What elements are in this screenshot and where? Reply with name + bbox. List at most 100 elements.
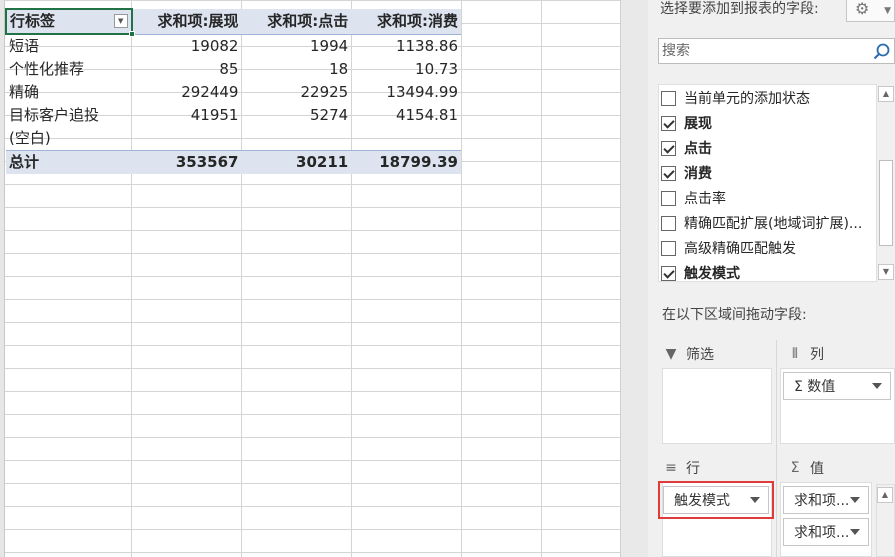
checkbox-unchecked[interactable]: [661, 240, 676, 256]
field-list: 当前单元的添加状态 展现点击消费点击率精确匹配扩展(地域词扩展)... 高级精确匹配…: [658, 84, 895, 282]
chevron-down-icon[interactable]: [750, 497, 760, 503]
field-settings-button[interactable]: ⚙ ▼: [846, 0, 895, 22]
checkbox-checked[interactable]: [661, 115, 676, 131]
field-item[interactable]: 精确匹配扩展(地域词扩展)...: [661, 212, 862, 234]
values-area-header: Σ 值: [788, 456, 824, 480]
field-item[interactable]: 当前单元的添加状态: [661, 87, 810, 109]
values-sum-field[interactable]: 求和项...: [783, 486, 869, 514]
row-label-cell[interactable]: 目标客户追投: [6, 104, 132, 127]
field-item[interactable]: 触发模式: [661, 262, 740, 282]
pane-divider[interactable]: [620, 0, 648, 557]
field-item[interactable]: 点击: [661, 137, 712, 159]
values-drop-area[interactable]: 求和项... 求和项...: [780, 482, 872, 557]
row-labels-cell[interactable]: 行标签 ▼: [5, 8, 135, 37]
total-label-cell[interactable]: 总计: [6, 150, 132, 174]
checkbox-checked[interactable]: [661, 140, 676, 156]
checkbox-checked[interactable]: [661, 265, 676, 281]
search-box[interactable]: [658, 38, 895, 64]
row-labels-filter-dropdown-icon[interactable]: ▼: [113, 14, 128, 28]
field-label: 点击率: [684, 191, 726, 207]
value-cell[interactable]: 1138.86: [351, 34, 461, 58]
pivot-row: 精确 292449 22925 13494.99: [6, 81, 461, 104]
chevron-down-icon[interactable]: [850, 529, 860, 535]
field-item[interactable]: 消费: [661, 162, 712, 184]
header-cell[interactable]: 求和项:点击: [241, 9, 352, 35]
value-cell[interactable]: 85: [132, 58, 242, 81]
field-label: 展现: [684, 116, 712, 132]
pivot-row: 短语 19082 1994 1138.86: [6, 34, 461, 58]
value-cell[interactable]: [351, 127, 461, 151]
checkbox-unchecked[interactable]: [661, 190, 676, 206]
field-list-scrollbar[interactable]: ▲ ▼: [876, 84, 895, 282]
header-cell[interactable]: 求和项:展现: [131, 9, 242, 35]
filter-area-header: ▼ 筛选: [664, 342, 714, 366]
checkbox-checked[interactable]: [661, 165, 676, 181]
fill-handle[interactable]: [128, 31, 135, 37]
field-label: 高级精确匹配触发: [684, 241, 796, 257]
search-icon[interactable]: [872, 42, 892, 62]
sigma-icon: Σ: [790, 460, 800, 476]
field-label: 触发模式: [684, 266, 740, 282]
columns-values-label: Σ 数值: [794, 379, 836, 395]
values-area-scrollbar[interactable]: ▲: [876, 484, 895, 557]
value-cell[interactable]: 41951: [132, 104, 242, 127]
scroll-up-icon[interactable]: ▲: [878, 86, 894, 102]
value-cell[interactable]: 4154.81: [351, 104, 461, 127]
row-label-cell[interactable]: (空白): [6, 127, 132, 151]
values-area-title: 值: [810, 461, 824, 477]
field-label: 消费: [684, 166, 712, 182]
row-label-cell[interactable]: 精确: [6, 81, 132, 104]
field-label: 当前单元的添加状态: [684, 91, 810, 107]
field-label: 点击: [684, 141, 712, 157]
columns-drop-area[interactable]: Σ 数值: [780, 368, 895, 444]
scrollbar-thumb[interactable]: [879, 160, 893, 246]
total-value-cell[interactable]: 30211: [241, 150, 352, 174]
field-item[interactable]: 高级精确匹配触发: [661, 237, 796, 259]
rows-area-header: ≡ 行: [664, 456, 700, 480]
value-cell[interactable]: [241, 127, 351, 151]
search-input[interactable]: [659, 39, 859, 63]
pivot-total-row: 总计 353567 30211 18799.39: [6, 150, 461, 174]
spreadsheet-grid[interactable]: 行标签 ▼ 求和项:展现 求和项:点击 求和项:消费 短语 19082 1994…: [0, 0, 620, 557]
row-label-cell[interactable]: 短语: [6, 34, 132, 58]
rows-trigger-mode-field[interactable]: 触发模式: [658, 481, 774, 519]
value-cell[interactable]: 5274: [241, 104, 351, 127]
column-gridline: [541, 0, 542, 557]
filter-area-title: 筛选: [686, 347, 714, 363]
pivot-header-row: 行标签 ▼ 求和项:展现 求和项:点击 求和项:消费: [5, 8, 461, 37]
header-cell[interactable]: 求和项:消费: [351, 9, 461, 35]
field-item[interactable]: 点击率: [661, 187, 726, 209]
total-value-cell[interactable]: 353567: [131, 150, 242, 174]
gear-icon: ⚙: [855, 0, 870, 18]
value-cell[interactable]: 18: [241, 58, 351, 81]
field-item[interactable]: 展现: [661, 112, 712, 134]
checkbox-unchecked[interactable]: [661, 215, 676, 231]
pivot-row: 目标客户追投 41951 5274 4154.81: [6, 104, 461, 127]
scroll-up-icon[interactable]: ▲: [877, 487, 893, 503]
value-cell[interactable]: 1994: [241, 34, 351, 58]
value-cell[interactable]: 19082: [132, 34, 242, 58]
value-cell[interactable]: [132, 127, 242, 151]
scroll-down-icon[interactable]: ▼: [878, 264, 894, 280]
values-sum-field[interactable]: 求和项...: [783, 518, 869, 546]
values-field-label: 求和项...: [794, 493, 850, 509]
values-field-label: 求和项...: [794, 525, 850, 541]
checkbox-unchecked[interactable]: [661, 90, 676, 106]
value-cell[interactable]: 292449: [132, 81, 242, 104]
filter-drop-area[interactable]: [662, 368, 772, 444]
columns-values-field[interactable]: Σ 数值: [783, 372, 891, 400]
area-splitter: [776, 340, 777, 557]
pivot-field-list-pane: 选择要添加到报表的字段: ⚙ ▼ 当前单元的添加状态展现点击消费点击率精确匹配扩…: [648, 0, 895, 557]
columns-area-title: 列: [810, 347, 824, 363]
value-cell[interactable]: 22925: [241, 81, 351, 104]
row-label-cell[interactable]: 个性化推荐: [6, 58, 132, 81]
value-cell[interactable]: 10.73: [351, 58, 461, 81]
value-cell[interactable]: 13494.99: [351, 81, 461, 104]
columns-icon: ⦀: [791, 346, 799, 362]
total-value-cell[interactable]: 18799.39: [351, 150, 461, 174]
pivot-table[interactable]: 行标签 ▼ 求和项:展现 求和项:点击 求和项:消费 短语 19082 1994…: [5, 8, 461, 174]
rows-drop-area[interactable]: 触发模式: [658, 481, 774, 557]
chevron-down-icon[interactable]: [872, 383, 882, 389]
pane-title: 选择要添加到报表的字段:: [660, 1, 819, 17]
chevron-down-icon[interactable]: [850, 497, 860, 503]
